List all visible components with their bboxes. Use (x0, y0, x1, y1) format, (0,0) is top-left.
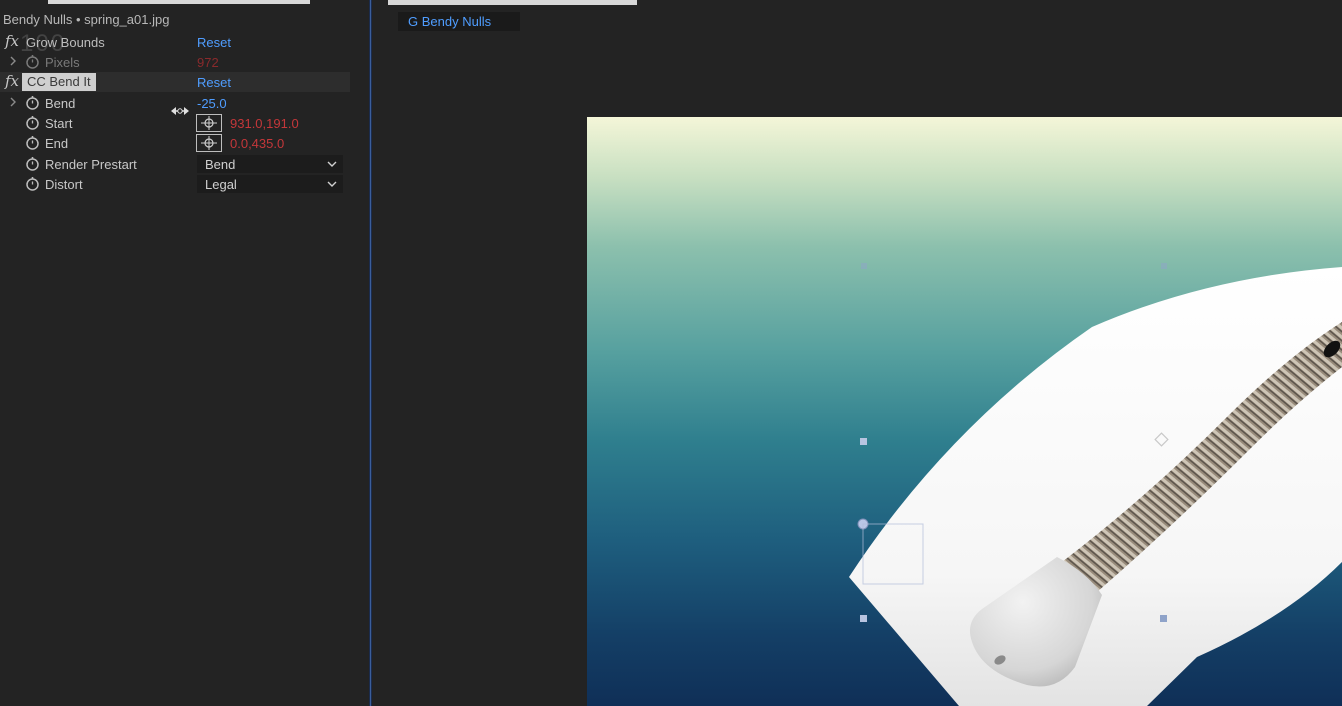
property-label-pixels: Pixels (45, 55, 80, 70)
layer-handle[interactable] (860, 615, 867, 622)
layer-handle[interactable] (860, 438, 867, 445)
property-label-distort: Distort (45, 177, 83, 192)
reset-button-grow-bounds[interactable]: Reset (197, 35, 231, 50)
composition-render (849, 263, 1342, 706)
effect-row-grow-bounds[interactable]: fx Grow Bounds Reset (0, 32, 350, 52)
chevron-down-icon (326, 157, 338, 175)
effect-name-cc-bend-it[interactable]: CC Bend It (22, 73, 96, 91)
dropdown-selected-value: Legal (205, 177, 237, 192)
stopwatch-icon[interactable] (25, 54, 40, 69)
stopwatch-icon[interactable] (25, 176, 40, 191)
property-row-pixels: Pixels 972 (0, 52, 350, 72)
layer-handle[interactable] (861, 263, 867, 269)
layer-handle[interactable] (1160, 615, 1167, 622)
property-value-end[interactable]: 0.0,435.0 (230, 136, 284, 151)
property-row-end: End 0.0,435.0 (0, 133, 350, 153)
property-value-bend[interactable]: -25.0 (197, 96, 227, 111)
property-label-render-prestart: Render Prestart (45, 157, 137, 172)
layer-handle[interactable] (1161, 263, 1167, 269)
property-label-end: End (45, 136, 69, 151)
reset-button-cc-bend-it[interactable]: Reset (197, 75, 231, 90)
panel-tab-highlight (388, 0, 637, 5)
fx-icon[interactable]: fx (5, 32, 19, 50)
property-row-distort: Distort Legal (0, 174, 350, 194)
tab-composition[interactable]: G Bendy Nulls (398, 12, 520, 31)
property-label-bend: Bend (45, 96, 76, 111)
dropdown-selected-value: Bend (205, 157, 236, 172)
fx-icon[interactable]: fx (5, 72, 19, 90)
crosshair-icon[interactable] (196, 114, 222, 132)
bent-layer-shape (849, 267, 1342, 706)
stopwatch-icon[interactable] (25, 95, 40, 110)
effect-controls-title: Bendy Nulls • spring_a01.jpg (3, 12, 170, 27)
effect-controls-panel: Bendy Nulls • spring_a01.jpg 100 fx Grow… (0, 0, 369, 706)
composition-viewer: G Bendy Nulls (372, 0, 1342, 706)
scrub-arrows-icon (170, 104, 190, 122)
distort-dropdown[interactable]: Legal (197, 175, 343, 193)
property-row-render-prestart: Render Prestart Bend (0, 154, 350, 174)
composition-canvas[interactable] (587, 117, 1342, 706)
chevron-down-icon (326, 177, 338, 195)
crosshair-icon[interactable] (196, 134, 222, 152)
render-prestart-dropdown[interactable]: Bend (197, 155, 343, 173)
property-value-start[interactable]: 931.0,191.0 (230, 116, 299, 131)
chevron-right-icon[interactable] (8, 54, 18, 68)
property-label-start: Start (45, 116, 73, 131)
stopwatch-icon[interactable] (25, 135, 40, 150)
stopwatch-icon[interactable] (25, 156, 40, 171)
stopwatch-icon[interactable] (25, 115, 40, 130)
effect-row-cc-bend-it[interactable]: fx CC Bend It Reset (0, 72, 350, 92)
property-value-pixels[interactable]: 972 (197, 55, 219, 70)
panel-tab-highlight (48, 0, 310, 4)
effect-name-grow-bounds[interactable]: Grow Bounds (26, 35, 105, 50)
chevron-right-icon[interactable] (8, 95, 18, 109)
